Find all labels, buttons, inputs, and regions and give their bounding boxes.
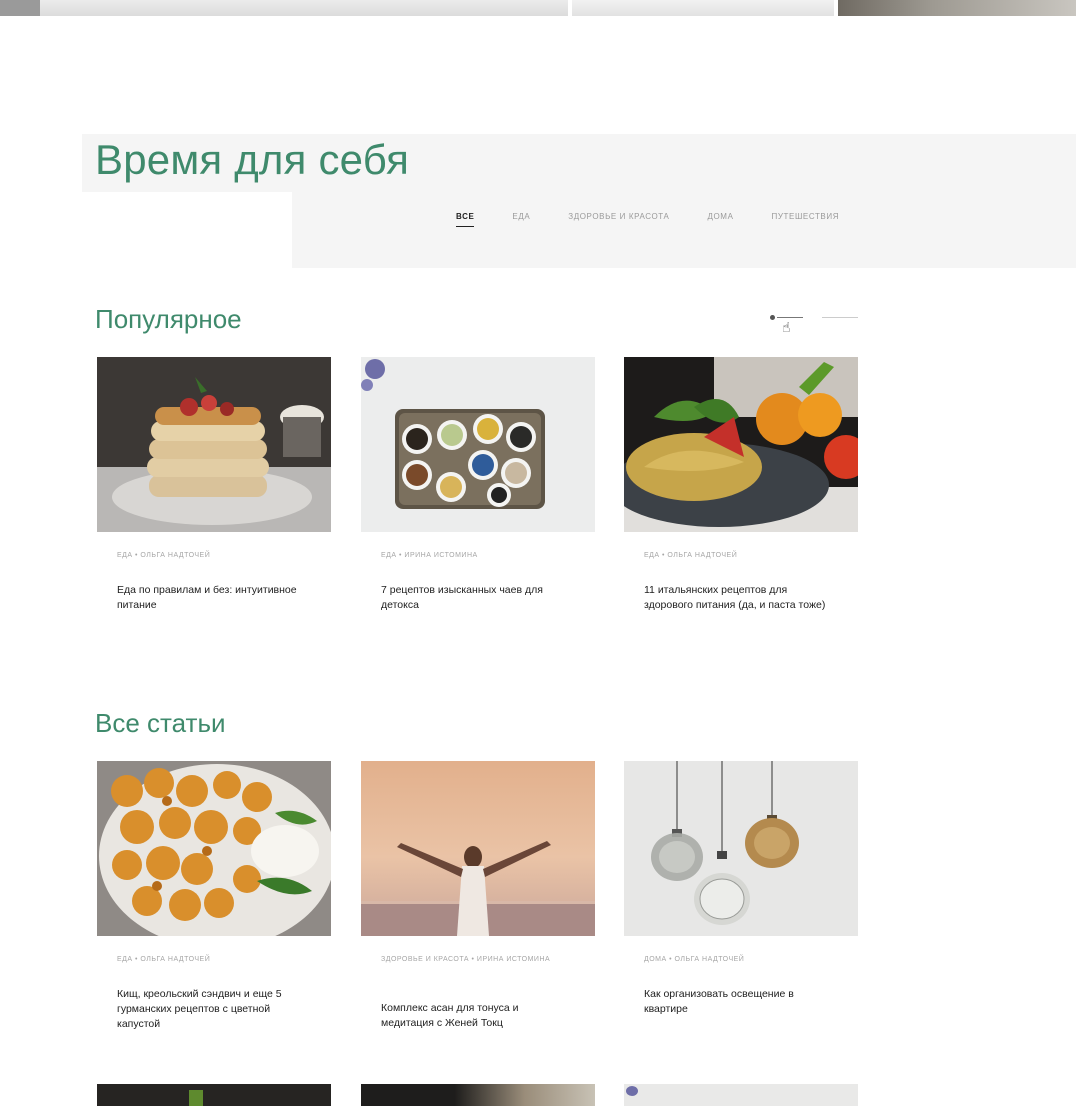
- partial-card-image[interactable]: [97, 1084, 331, 1106]
- hero-panel-cutout: [82, 192, 292, 272]
- card-headline[interactable]: Комплекс асан для тонуса и медитация с Ж…: [381, 1001, 571, 1031]
- tea-cups-photo[interactable]: [361, 357, 595, 532]
- strip-image-1: [0, 0, 40, 16]
- tab-home[interactable]: дома: [707, 212, 733, 227]
- tab-health-beauty[interactable]: здоровье и красота: [568, 212, 669, 227]
- page-title: Время для себя: [95, 136, 410, 183]
- partial-card-image[interactable]: [624, 1084, 858, 1106]
- strip-image-4: [838, 0, 1076, 16]
- partial-card-image[interactable]: [361, 1084, 595, 1106]
- card-meta: еда • ольга надточей: [644, 552, 738, 559]
- pendant-lamps-photo[interactable]: [624, 761, 858, 936]
- tab-food[interactable]: еда: [512, 212, 530, 227]
- card-headline[interactable]: 7 рецептов изысканных чаев для детокса: [381, 583, 571, 613]
- card-headline[interactable]: Как организовать освещение в квартире: [644, 987, 834, 1017]
- popular-heading: Популярное: [95, 304, 242, 334]
- card-meta: еда • ольга надточей: [117, 552, 211, 559]
- card-headline[interactable]: 11 итальянских рецептов для здорового пи…: [644, 583, 834, 613]
- sunset-woman-photo[interactable]: [361, 761, 595, 936]
- card-headline[interactable]: Еда по правилам и без: интуитивное питан…: [117, 583, 307, 613]
- all-articles-heading: Все статьи: [95, 708, 226, 738]
- top-image-strip: [0, 0, 1076, 16]
- tab-travel[interactable]: путешествия: [772, 212, 840, 227]
- popular-slider-control[interactable]: ☝: [770, 312, 860, 336]
- hand-cursor-icon: ☝: [782, 319, 791, 335]
- card-meta: еда • ирина истомина: [381, 552, 478, 559]
- card-meta: дома • ольга надточей: [644, 956, 745, 963]
- pancakes-photo[interactable]: [97, 357, 331, 532]
- tab-all[interactable]: все: [456, 212, 475, 227]
- cauliflower-photo[interactable]: [97, 761, 331, 936]
- category-tabs: все еда здоровье и красота дома путешест…: [456, 212, 877, 227]
- card-meta: здоровье и красота • ирина истомина: [381, 956, 551, 963]
- card-headline[interactable]: Кищ, креольский сэндвич и еще 5 гурманск…: [117, 987, 307, 1032]
- strip-image-2: [40, 0, 568, 16]
- slider-progress-inactive: [822, 317, 858, 318]
- pasta-photo[interactable]: [624, 357, 858, 532]
- slider-dot[interactable]: [770, 315, 775, 320]
- slider-progress-active: [777, 317, 803, 318]
- strip-image-3: [572, 0, 834, 16]
- card-meta: еда • ольга надточей: [117, 956, 211, 963]
